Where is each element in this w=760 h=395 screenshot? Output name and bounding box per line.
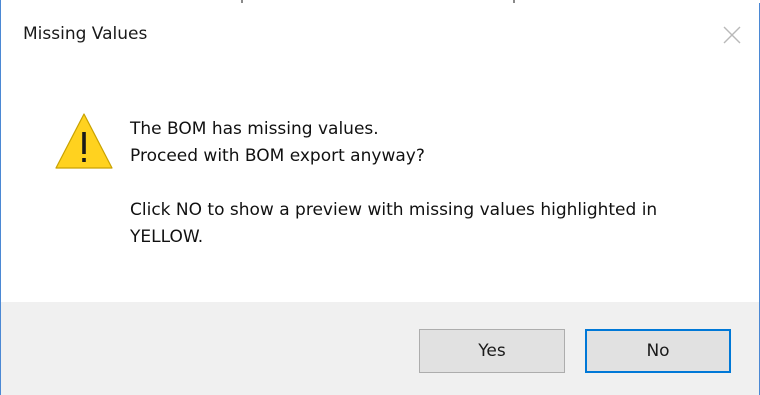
dialog-message: The BOM has missing values. Proceed with… [130,116,657,251]
close-icon[interactable] [719,22,745,48]
message-line: The BOM has missing values. [130,119,379,139]
yes-button[interactable]: Yes [419,329,565,373]
dialog-window: Missing Values The BOM has missing value… [0,0,760,395]
no-button[interactable]: No [585,329,731,373]
dialog-title: Missing Values [23,24,148,44]
message-line: Proceed with BOM export anyway? [130,146,425,166]
warning-icon [53,110,115,172]
message-line: YELLOW. [130,227,204,247]
title-bar[interactable]: Missing Values [1,0,759,72]
message-line: Click NO to show a preview with missing … [130,200,658,220]
